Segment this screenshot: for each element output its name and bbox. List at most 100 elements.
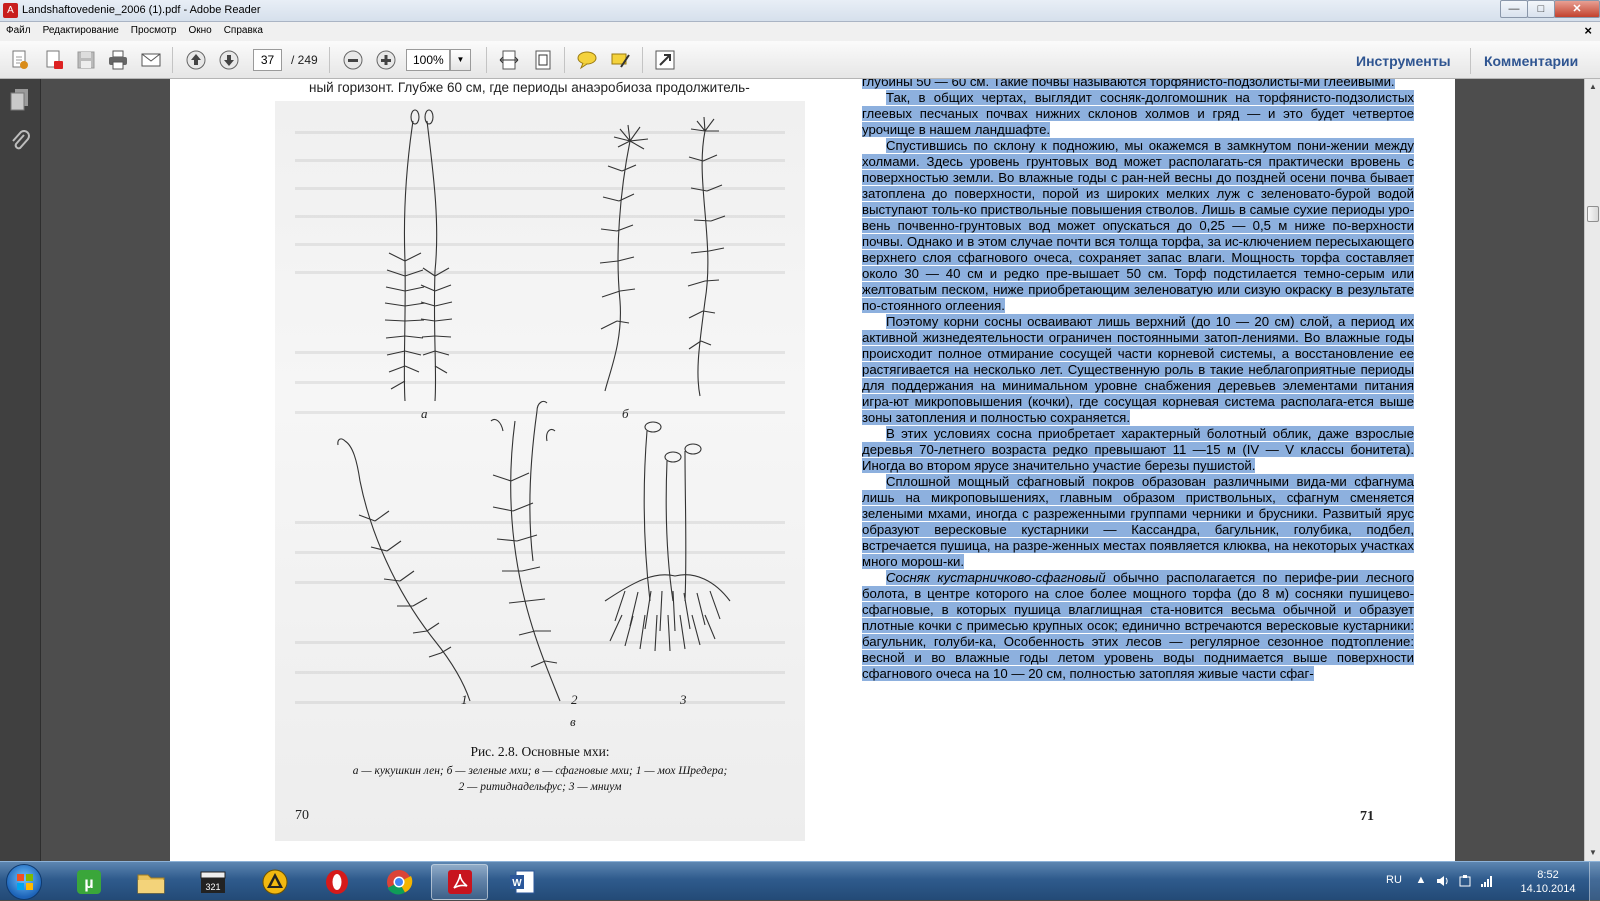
- menu-window[interactable]: Окно: [182, 22, 217, 36]
- printer-icon: [109, 50, 127, 70]
- paragraph-text: глубины 50 — 60 см. Такие почвы называют…: [862, 79, 1395, 89]
- document-area[interactable]: ный горизонт. Глубже 60 см, где периоды …: [41, 79, 1584, 861]
- clock-time: 8:52: [1537, 869, 1559, 881]
- selected-text[interactable]: глубины 50 — 60 см. Такие почвы называют…: [862, 79, 1395, 89]
- close-button[interactable]: ✕: [1554, 0, 1600, 18]
- print-button[interactable]: [106, 48, 130, 72]
- fit-page-button[interactable]: [531, 48, 555, 72]
- text-paragraph[interactable]: Поэтому корни сосны осваивают лишь верхн…: [862, 314, 1414, 426]
- scanned-page-image: а б 1 2 3 в Рис. 2.8. Основные мхи: а — …: [275, 101, 805, 841]
- chevron-down-icon: ▼: [456, 55, 465, 64]
- plus-icon: [376, 50, 396, 70]
- taskbar-explorer[interactable]: [122, 864, 179, 900]
- paragraph-text: обычно располагается по перифе-рии лесно…: [862, 570, 1414, 681]
- paragraph-text: Спустившись по склону к подножию, мы ока…: [862, 138, 1414, 313]
- selected-text[interactable]: В этих условиях сосна приобретает характ…: [862, 426, 1414, 473]
- next-page-button[interactable]: [217, 48, 241, 72]
- highlight-button[interactable]: [608, 48, 632, 72]
- pages-icon: [10, 89, 28, 111]
- figure-caption-line1: а — кукушкин лен; б — зеленые мхи; в — с…: [352, 765, 728, 777]
- full-screen-button[interactable]: [653, 48, 677, 72]
- taskbar-utorrent[interactable]: µ: [60, 864, 117, 900]
- close-document-button[interactable]: ×: [1584, 23, 1592, 38]
- selected-text[interactable]: Спустившись по склону к подножию, мы ока…: [862, 138, 1414, 313]
- tools-pane-button[interactable]: Инструменты: [1356, 53, 1451, 69]
- zoom-in-button[interactable]: [374, 48, 398, 72]
- clapperboard-icon: 321: [200, 871, 225, 893]
- menu-bar: Файл Редактирование Просмотр Окно Справка ×: [0, 22, 1600, 41]
- fig-label-b: б: [622, 406, 629, 421]
- paperclip-icon: [12, 130, 30, 150]
- zoom-out-button[interactable]: [341, 48, 365, 72]
- show-desktop-button[interactable]: [1589, 862, 1600, 901]
- fit-width-icon: [499, 50, 519, 70]
- email-button[interactable]: [139, 48, 163, 72]
- export-pdf-icon: [46, 50, 63, 69]
- minimize-button[interactable]: —: [1500, 0, 1528, 18]
- maximize-button[interactable]: □: [1527, 0, 1555, 18]
- fig-label-a: а: [421, 406, 428, 421]
- selected-text[interactable]: Так, в общих чертах, выглядит сосняк-дол…: [862, 90, 1414, 137]
- left-page-number: 70: [295, 808, 309, 823]
- text-paragraph[interactable]: В этих условиях сосна приобретает характ…: [862, 426, 1414, 474]
- adobe-reader-icon: A: [3, 3, 18, 18]
- paragraph-text: В этих условиях сосна приобретает характ…: [862, 426, 1414, 473]
- previous-page-button[interactable]: [184, 48, 208, 72]
- taskbar-daemon-tools[interactable]: [246, 864, 303, 900]
- page-thumbnails-button[interactable]: [8, 87, 32, 113]
- scroll-down-arrow[interactable]: ▼: [1585, 845, 1600, 861]
- create-pdf-icon: [12, 50, 28, 69]
- system-clock[interactable]: 8:52 14.10.2014: [1516, 868, 1580, 896]
- taskbar-word[interactable]: W: [493, 864, 550, 900]
- scroll-thumb[interactable]: [1587, 206, 1599, 222]
- create-pdf-button[interactable]: [8, 48, 32, 72]
- start-button[interactable]: [6, 864, 42, 900]
- usb-device-icon[interactable]: [1458, 874, 1472, 888]
- add-comment-button[interactable]: [575, 48, 599, 72]
- text-paragraph[interactable]: Так, в общих чертах, выглядит сосняк-дол…: [862, 90, 1414, 138]
- italic-term: Сосняк кустарничково-сфагновый: [886, 570, 1106, 585]
- text-paragraph[interactable]: Сплошной мощный сфагновый покров образов…: [862, 474, 1414, 570]
- daemon-tools-icon: [262, 869, 287, 895]
- attachments-button[interactable]: [8, 129, 32, 155]
- text-paragraph[interactable]: глубины 50 — 60 см. Такие почвы называют…: [862, 79, 1414, 90]
- windows-logo-icon: [17, 874, 33, 890]
- left-page-top-line: ный горизонт. Глубже 60 см, где периоды …: [309, 80, 750, 95]
- text-paragraph[interactable]: Сосняк кустарничково-сфагновый обычно ра…: [862, 570, 1414, 682]
- zoom-dropdown-button[interactable]: ▼: [450, 49, 471, 71]
- fig-label-3: 3: [679, 692, 687, 707]
- page-total: / 249: [291, 53, 318, 67]
- save-button[interactable]: [74, 48, 98, 72]
- taskbar-opera[interactable]: [308, 864, 365, 900]
- taskbar-chrome[interactable]: [370, 864, 427, 900]
- adobe-reader-taskbar-icon: [447, 870, 472, 894]
- moss-illustration: а б 1 2 3 в: [337, 109, 731, 729]
- page-number-input[interactable]: 37: [253, 49, 282, 71]
- menu-help[interactable]: Справка: [218, 22, 269, 36]
- selected-text[interactable]: Сплошной мощный сфагновый покров образов…: [862, 474, 1414, 569]
- language-indicator[interactable]: RU: [1386, 874, 1402, 886]
- pdf-page-spread[interactable]: ный горизонт. Глубже 60 см, где периоды …: [170, 79, 1455, 861]
- taskbar-adobe-reader[interactable]: [431, 864, 488, 900]
- network-signal-icon[interactable]: [1480, 874, 1494, 888]
- highlighter-icon: [611, 53, 630, 68]
- utorrent-icon: µ: [76, 870, 101, 894]
- scroll-up-arrow[interactable]: ▲: [1585, 79, 1600, 95]
- word-icon: W: [509, 870, 534, 894]
- zoom-input[interactable]: 100%: [406, 49, 450, 71]
- menu-file[interactable]: Файл: [0, 22, 37, 36]
- comments-pane-button[interactable]: Комментарии: [1484, 53, 1578, 69]
- show-hidden-icons-icon[interactable]: ▲: [1414, 874, 1428, 888]
- volume-icon[interactable]: [1436, 874, 1450, 888]
- menu-edit[interactable]: Редактирование: [37, 22, 125, 36]
- taskbar-media-player[interactable]: 321: [184, 864, 241, 900]
- selected-text[interactable]: Сосняк кустарничково-сфагновый обычно ра…: [862, 570, 1414, 681]
- menu-view[interactable]: Просмотр: [125, 22, 183, 36]
- title-bar: A Landshaftovedenie_2006 (1).pdf - Adobe…: [0, 0, 1600, 22]
- selected-text[interactable]: Поэтому корни сосны осваивают лишь верхн…: [862, 314, 1414, 425]
- right-page-text[interactable]: глубины 50 — 60 см. Такие почвы называют…: [862, 79, 1414, 682]
- export-pdf-button[interactable]: [42, 48, 66, 72]
- fit-width-button[interactable]: [497, 48, 521, 72]
- vertical-scrollbar[interactable]: ▲ ▼: [1584, 79, 1600, 861]
- text-paragraph[interactable]: Спустившись по склону к подножию, мы ока…: [862, 138, 1414, 314]
